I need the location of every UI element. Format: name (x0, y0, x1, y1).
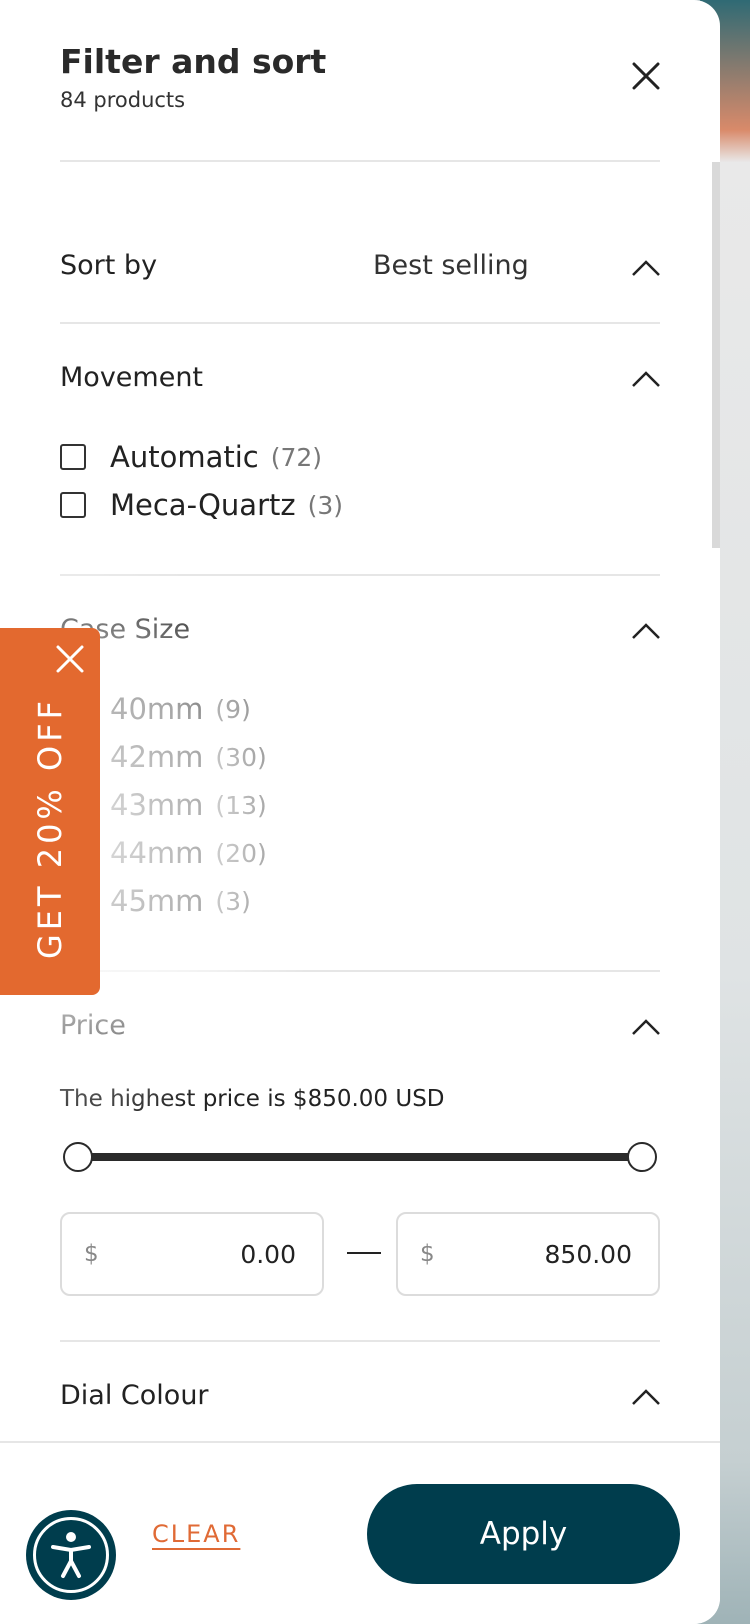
option-count: (9) (215, 694, 251, 724)
filter-option[interactable]: Automatic (72) (60, 440, 322, 474)
promo-text: GET 20% OFF (31, 696, 69, 960)
option-label: Meca-Quartz (110, 488, 296, 522)
price-slider-max-handle[interactable] (627, 1142, 657, 1172)
scrollbar-thumb[interactable] (712, 162, 720, 548)
chevron-up-icon[interactable] (630, 369, 662, 389)
drawer-title: Filter and sort (60, 42, 327, 81)
promo-tab[interactable]: GET 20% OFF (0, 628, 100, 995)
price-min-value: 0.00 (240, 1239, 296, 1269)
checkbox[interactable] (60, 492, 86, 518)
option-count: (3) (215, 886, 251, 916)
section-movement[interactable]: Movement (60, 362, 203, 393)
option-label: 44mm (110, 836, 204, 870)
divider (60, 322, 660, 324)
price-slider-min-handle[interactable] (63, 1142, 93, 1172)
accessibility-button[interactable] (26, 1510, 116, 1600)
filter-drawer: Filter and sort 84 products Sort by Best… (0, 0, 720, 1624)
option-label: 43mm (110, 788, 204, 822)
divider (60, 970, 660, 972)
option-count: (72) (270, 442, 323, 472)
sort-label: Sort by (60, 250, 158, 281)
accessibility-icon (33, 1517, 109, 1593)
range-separator (347, 1252, 381, 1254)
option-count: (30) (215, 742, 267, 772)
divider (60, 1340, 660, 1342)
apply-button[interactable]: Apply (367, 1484, 680, 1584)
chevron-up-icon[interactable] (630, 621, 662, 641)
price-max-input[interactable]: $ 850.00 (396, 1212, 660, 1296)
chevron-up-icon[interactable] (630, 1387, 662, 1407)
clear-button[interactable]: CLEAR (152, 1520, 240, 1548)
price-max-value: 850.00 (544, 1239, 632, 1269)
chevron-up-icon[interactable] (630, 258, 662, 278)
option-label: 40mm (110, 692, 204, 726)
divider (60, 160, 660, 162)
option-count: (3) (307, 490, 344, 520)
chevron-up-icon[interactable] (630, 1017, 662, 1037)
product-count: 84 products (60, 88, 186, 112)
close-icon[interactable] (55, 644, 85, 674)
sort-select[interactable]: Best selling (373, 250, 529, 281)
price-slider-track[interactable] (78, 1153, 642, 1161)
filter-option[interactable]: Meca-Quartz (3) (60, 488, 343, 522)
divider (60, 574, 660, 576)
close-icon[interactable] (626, 56, 666, 96)
price-note: The highest price is $850.00 USD (60, 1086, 445, 1112)
checkbox[interactable] (60, 444, 86, 470)
section-price[interactable]: Price (60, 1010, 126, 1041)
price-min-input[interactable]: $ 0.00 (60, 1212, 324, 1296)
currency-symbol: $ (84, 1241, 99, 1267)
currency-symbol: $ (420, 1241, 435, 1267)
option-label: 42mm (110, 740, 204, 774)
option-count: (20) (215, 838, 267, 868)
option-label: 45mm (110, 884, 204, 918)
option-count: (13) (215, 790, 267, 820)
section-dial-colour[interactable]: Dial Colour (60, 1380, 209, 1411)
option-label: Automatic (110, 440, 259, 474)
